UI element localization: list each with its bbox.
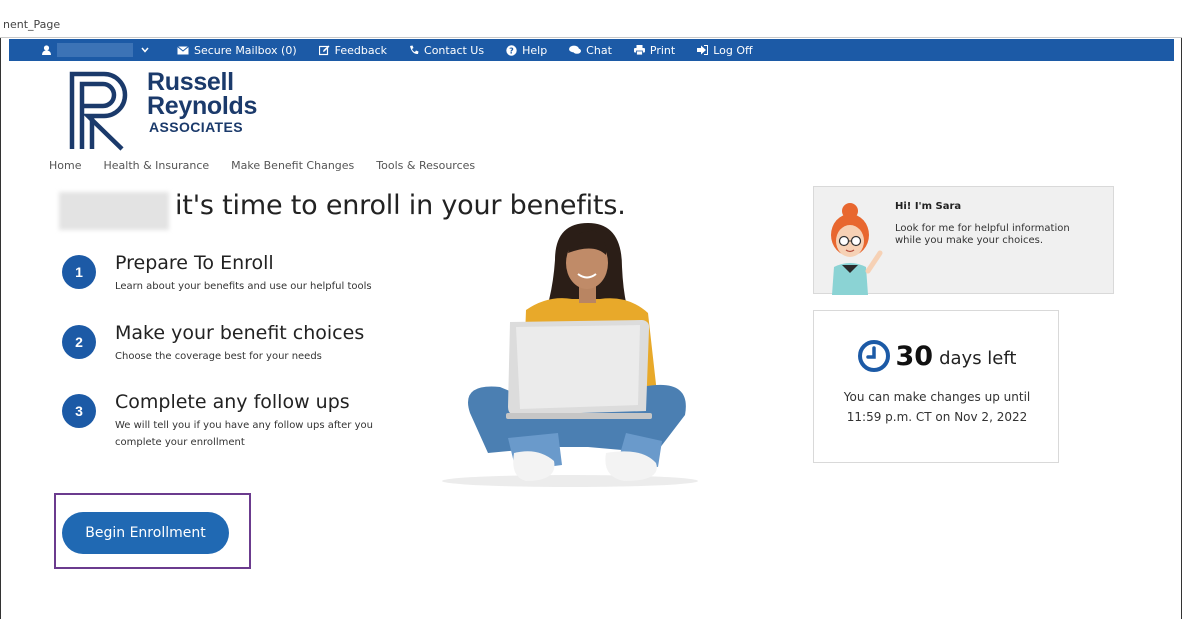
step-description-line: complete your enrollment: [115, 437, 245, 448]
days-left-label: days left: [939, 348, 1017, 369]
help-label: Help: [522, 43, 548, 57]
sara-avatar-icon: [831, 203, 883, 295]
log-off-label: Log Off: [713, 43, 753, 57]
step-title: Make your benefit choices: [115, 322, 365, 344]
help-link[interactable]: ? Help: [506, 44, 547, 57]
step-title: Complete any follow ups: [115, 391, 350, 413]
begin-enrollment-button[interactable]: Begin Enrollment: [62, 512, 229, 554]
deadline-line-1: You can make changes up until: [843, 390, 1031, 404]
help-circle-icon: ?: [506, 44, 517, 56]
step-title: Prepare To Enroll: [115, 252, 274, 274]
step-description-line: We will tell you if you have any follow …: [115, 420, 373, 431]
logo-line-reynolds: Reynolds: [147, 92, 258, 120]
contact-us-label: Contact Us: [424, 43, 485, 57]
step-description: Choose the coverage best for your needs: [115, 348, 322, 365]
step-number-badge: 1: [62, 255, 96, 289]
assistant-title: Hi! I'm Sara: [895, 201, 962, 212]
days-left-row: 30 days left: [814, 340, 1060, 372]
woman-with-laptop-photo: [442, 223, 698, 487]
print-icon: [633, 45, 645, 55]
logo-wordmark: Russell Reynolds ASSOCIATES: [147, 70, 257, 136]
secure-mailbox-label: Secure Mailbox (0): [194, 43, 297, 57]
deadline-line-2: 11:59 p.m. CT on Nov 2, 2022: [846, 410, 1028, 424]
step-number-badge: 2: [62, 325, 96, 359]
secure-mailbox-link[interactable]: Secure Mailbox (0): [177, 44, 297, 57]
assistant-card: Hi! I'm Sara Look for me for helpful inf…: [813, 186, 1114, 295]
days-left-count: 30: [895, 340, 934, 372]
user-icon: [42, 45, 51, 55]
print-label: Print: [649, 43, 676, 57]
step-description-line: Choose the coverage best for your needs: [115, 351, 322, 362]
phone-icon: [410, 45, 419, 55]
log-off-link[interactable]: Log Off: [697, 43, 753, 57]
feedback-link[interactable]: Feedback: [318, 43, 388, 57]
chevron-down-icon: [141, 47, 149, 53]
feedback-label: Feedback: [334, 43, 388, 57]
contact-us-link[interactable]: Contact Us: [409, 44, 484, 57]
russell-reynolds-logo-mark: [69, 71, 128, 151]
utility-bar: Secure Mailbox (0) Feedback Contact Us ?…: [9, 39, 1174, 61]
logo-line-associates: ASSOCIATES: [149, 119, 243, 135]
user-menu[interactable]: [42, 43, 149, 57]
deadline-text: You can make changes up until 11:59 p.m.…: [814, 387, 1060, 427]
step-description: Learn about your benefits and use our he…: [115, 278, 372, 295]
user-name-redacted: [57, 43, 133, 57]
clock-icon: [857, 340, 890, 372]
envelope-icon: [177, 45, 189, 54]
chat-label: Chat: [586, 43, 612, 57]
assistant-text: Look for me for helpful information whil…: [895, 223, 1070, 246]
step-number-badge: 3: [62, 394, 96, 428]
step-description-line: Learn about your benefits and use our he…: [115, 281, 372, 292]
chat-icon: [569, 45, 582, 54]
user-name-redacted-headline: [59, 192, 169, 230]
nav-tools-resources[interactable]: Tools & Resources: [376, 159, 475, 172]
chat-link[interactable]: Chat: [569, 44, 612, 57]
deadline-card: 30 days left You can make changes up unt…: [813, 310, 1059, 463]
edit-icon: [318, 45, 330, 55]
nav-home[interactable]: Home: [49, 159, 81, 172]
step-description: We will tell you if you have any follow …: [115, 417, 373, 451]
svg-text:?: ?: [509, 46, 514, 55]
logoff-icon: [697, 45, 709, 55]
window-title: nent_Page: [0, 0, 1182, 38]
logo-line-russell: Russell: [147, 68, 234, 96]
print-link[interactable]: Print: [633, 43, 676, 57]
nav-health-insurance[interactable]: Health & Insurance: [103, 159, 209, 172]
nav-make-benefit-changes[interactable]: Make Benefit Changes: [231, 159, 354, 172]
main-nav: Home Health & Insurance Make Benefit Cha…: [49, 159, 497, 172]
